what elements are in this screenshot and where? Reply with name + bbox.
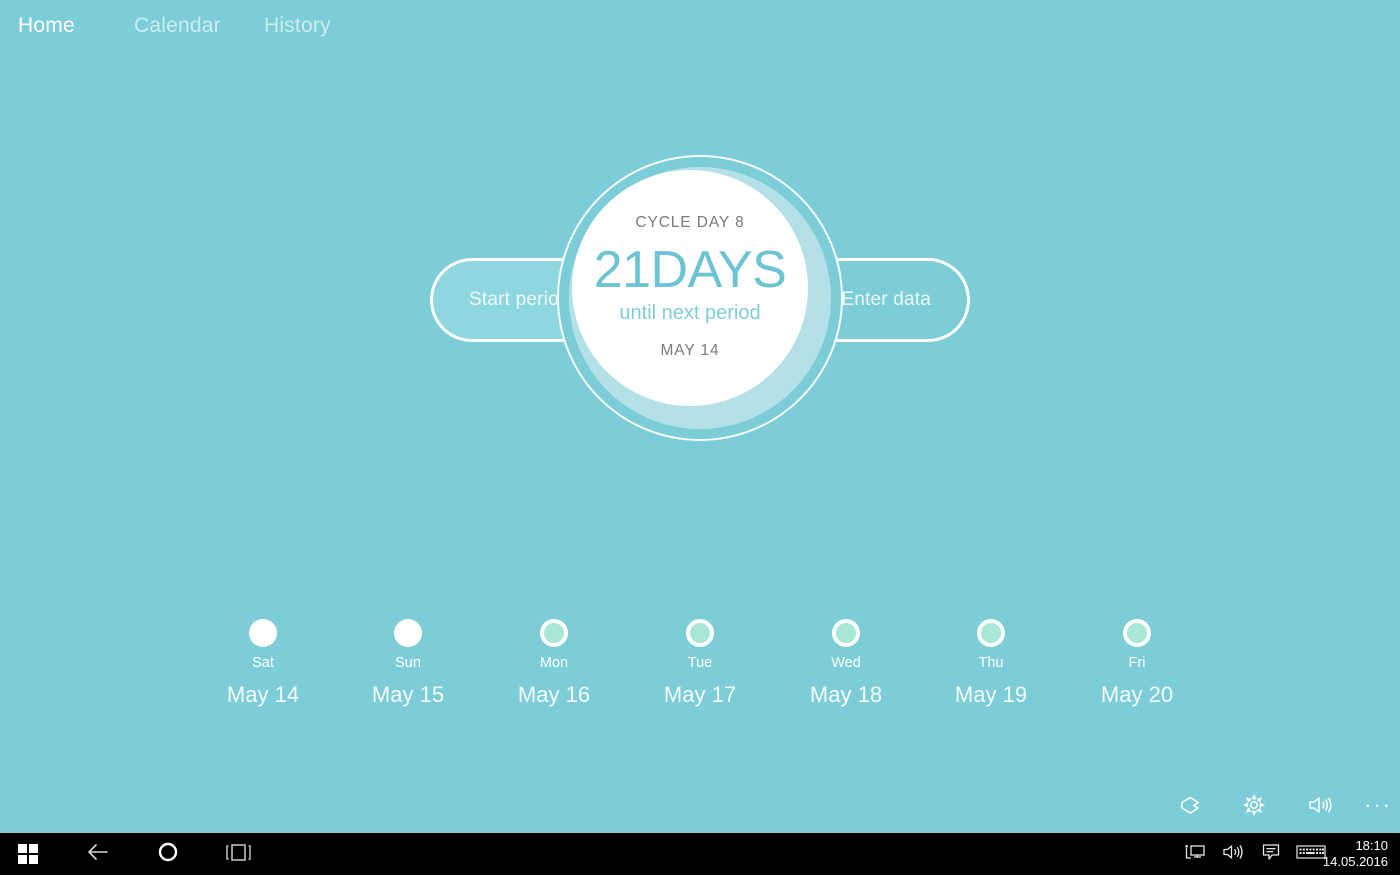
day-column-sun[interactable]: Sun May 15 bbox=[338, 605, 478, 708]
nav-item-home[interactable]: Home bbox=[18, 14, 75, 38]
keyboard-icon bbox=[1296, 843, 1326, 866]
speaker-icon bbox=[1307, 794, 1333, 816]
day-date-thu: May 19 bbox=[954, 682, 1028, 707]
day-column-mon[interactable]: Mon May 16 bbox=[484, 605, 624, 708]
day-dot-sat[interactable] bbox=[249, 619, 277, 647]
day-dot-fri[interactable] bbox=[1123, 619, 1151, 647]
day-dow-wed: Wed bbox=[831, 655, 861, 671]
volume-button[interactable] bbox=[1213, 833, 1253, 875]
day-date-mon: May 16 bbox=[517, 682, 591, 707]
day-dot-wed[interactable] bbox=[832, 619, 860, 647]
clock-date: 14.05.2016 bbox=[1322, 854, 1388, 869]
day-dow-fri: Fri bbox=[1128, 655, 1146, 671]
day-date-tue: May 17 bbox=[663, 682, 737, 707]
day-column-wed[interactable]: Wed May 18 bbox=[776, 605, 916, 708]
sound-button[interactable] bbox=[1298, 783, 1342, 827]
start-button[interactable] bbox=[4, 833, 52, 875]
day-date-sun: May 15 bbox=[371, 682, 445, 707]
day-dot-mon[interactable] bbox=[540, 619, 568, 647]
day-dow-sat: Sat bbox=[252, 655, 274, 671]
tag-button[interactable] bbox=[1168, 783, 1212, 827]
day-date-fri: May 20 bbox=[1100, 682, 1174, 707]
days-until-caption: until next period bbox=[619, 302, 761, 324]
cycle-dial-face: CYCLE DAY 8 21DAYS until next period MAY… bbox=[572, 170, 808, 406]
app-surface: Home Calendar History Start period Enter… bbox=[0, 0, 1400, 833]
settings-button[interactable] bbox=[1232, 783, 1276, 827]
days-until-value: 21DAYS bbox=[593, 241, 787, 299]
day-dot-sun[interactable] bbox=[394, 619, 422, 647]
clock[interactable]: 18:10 14.05.2016 bbox=[1323, 833, 1388, 875]
day-date-sat: May 14 bbox=[226, 682, 300, 707]
day-dow-mon: Mon bbox=[539, 655, 569, 671]
nav-item-history[interactable]: History bbox=[264, 14, 331, 38]
windows-taskbar: 18:10 14.05.2016 bbox=[0, 833, 1400, 875]
app-bottom-bar: ··· bbox=[0, 783, 1400, 833]
day-column-fri[interactable]: Fri May 20 bbox=[1067, 605, 1207, 708]
app-navbar: Home Calendar History bbox=[0, 0, 1400, 52]
cycle-dial[interactable]: CYCLE DAY 8 21DAYS until next period MAY… bbox=[557, 155, 843, 441]
clock-time: 18:10 bbox=[1355, 838, 1388, 853]
next-period-date: MAY 14 bbox=[660, 342, 720, 359]
tag-icon bbox=[1179, 794, 1201, 816]
back-arrow-icon bbox=[85, 842, 111, 867]
back-button[interactable] bbox=[74, 833, 122, 875]
cortana-circle-icon bbox=[156, 840, 180, 869]
task-view-button[interactable] bbox=[214, 833, 262, 875]
network-status-button[interactable] bbox=[1175, 833, 1215, 875]
day-column-sat[interactable]: Sat May 14 bbox=[193, 605, 333, 708]
cycle-hero: Start period Enter data CYCLE DAY 8 21DA… bbox=[0, 150, 1400, 450]
day-dot-thu[interactable] bbox=[977, 619, 1005, 647]
day-dow-thu: Thu bbox=[978, 655, 1004, 671]
task-view-icon bbox=[224, 841, 252, 868]
day-dot-tue[interactable] bbox=[686, 619, 714, 647]
volume-icon bbox=[1221, 842, 1245, 867]
action-center-icon bbox=[1260, 842, 1282, 867]
day-dow-sun: Sun bbox=[395, 655, 421, 671]
week-strip: Sat May 14 Sun May 15 Mon May 16 Tue May… bbox=[0, 605, 1400, 725]
windows-logo-icon bbox=[18, 844, 38, 864]
more-icon: ··· bbox=[1364, 792, 1392, 817]
start-period-label: Start period bbox=[469, 289, 570, 310]
nav-item-calendar[interactable]: Calendar bbox=[134, 14, 221, 38]
day-date-wed: May 18 bbox=[809, 682, 883, 707]
day-column-tue[interactable]: Tue May 17 bbox=[630, 605, 770, 708]
more-button[interactable]: ··· bbox=[1356, 783, 1400, 827]
day-dow-tue: Tue bbox=[687, 655, 713, 671]
cycle-day-label: CYCLE DAY 8 bbox=[635, 214, 745, 231]
action-center-button[interactable] bbox=[1251, 833, 1291, 875]
network-icon bbox=[1184, 842, 1206, 867]
gear-icon bbox=[1242, 793, 1266, 817]
cortana-button[interactable] bbox=[144, 833, 192, 875]
enter-data-label: Enter data bbox=[841, 289, 931, 310]
day-column-thu[interactable]: Thu May 19 bbox=[921, 605, 1061, 708]
